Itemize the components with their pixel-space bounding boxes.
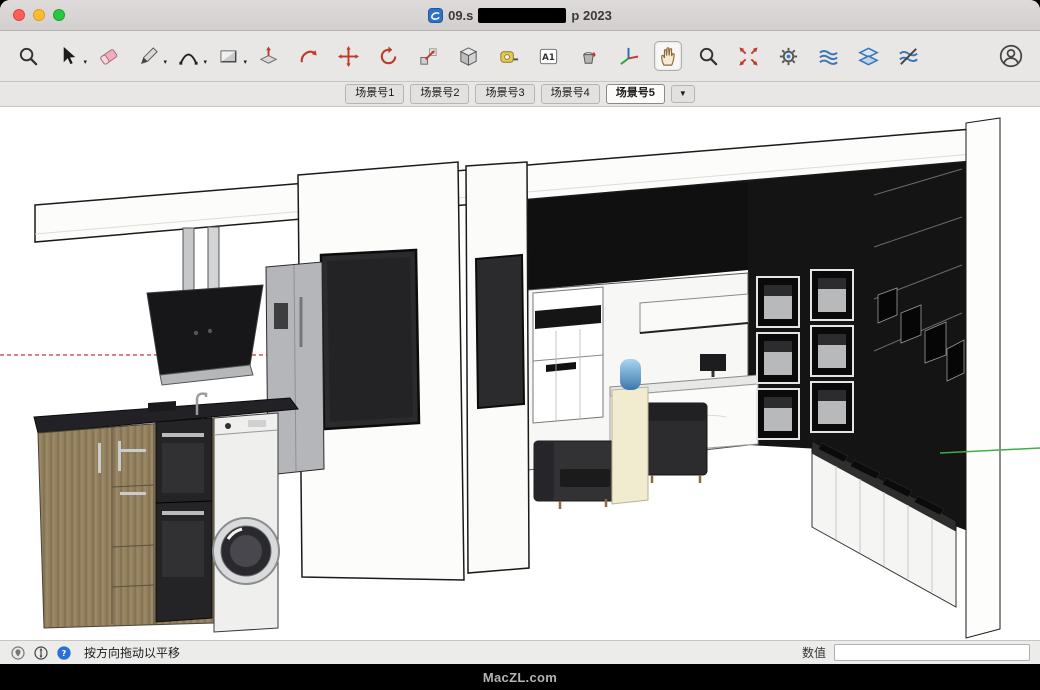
tool-tape-measure[interactable] <box>494 41 522 71</box>
washing-machine <box>213 413 279 632</box>
close-button[interactable] <box>13 9 25 21</box>
scene-tab-2[interactable]: 场景号2 <box>410 84 469 104</box>
traffic-lights <box>13 0 65 30</box>
account-button[interactable] <box>996 41 1026 71</box>
monitor <box>700 354 726 371</box>
minimize-button[interactable] <box>33 9 45 21</box>
measurements: 数值 <box>802 644 1030 661</box>
chevron-down-icon: ▾ <box>163 59 167 66</box>
measurements-input[interactable] <box>834 644 1030 661</box>
tool-fog-waves[interactable] <box>814 41 842 71</box>
tool-paint-bucket[interactable] <box>574 41 602 71</box>
sketchup-window: 09.s p 2023 ▾▾▾▾A1 场景号1场景号2场景号3场景号4场景号5▼ <box>0 0 1040 690</box>
kitchen-island <box>34 394 298 632</box>
right-edge-column <box>966 118 1000 638</box>
tool-eraser[interactable] <box>94 41 122 71</box>
built-in-oven <box>156 418 212 622</box>
watermark-text: MacZL.com <box>483 670 557 685</box>
redacted-title-text <box>478 8 566 23</box>
credit-icon[interactable] <box>33 645 49 661</box>
tool-follow-me[interactable] <box>294 41 322 71</box>
status-hint: 按方向拖动以平移 <box>84 644 180 661</box>
window-title-left: 09.s <box>448 8 473 23</box>
scene-tabs: 场景号1 场景号2 场景号3 场景号4 场景号5 ▼ <box>0 82 1040 107</box>
toolbar-tools: ▾▾▾▾A1 <box>14 41 922 71</box>
chevron-down-icon: ▾ <box>243 59 247 66</box>
titlebar: 09.s p 2023 <box>0 0 1040 31</box>
geolocation-icon[interactable] <box>10 645 26 661</box>
status-icons: ? <box>10 645 72 661</box>
scene-tab-5[interactable]: 场景号5 <box>606 84 665 104</box>
tool-push-pull[interactable] <box>254 41 282 71</box>
tool-axes[interactable] <box>614 41 642 71</box>
viewport[interactable] <box>0 107 1040 640</box>
tool-layers[interactable] <box>854 41 882 71</box>
tool-pan-hand[interactable] <box>654 41 682 71</box>
help-icon[interactable]: ? <box>56 645 72 661</box>
kitchenette <box>533 287 603 423</box>
tool-pencil[interactable]: ▾ <box>134 41 162 71</box>
tool-zoom[interactable] <box>694 41 722 71</box>
tool-select[interactable]: ▾ <box>54 41 82 71</box>
tool-text-a1[interactable]: A1 <box>534 41 562 71</box>
window-title-right: p 2023 <box>571 8 611 23</box>
sofa-right <box>645 403 707 483</box>
tool-component-box[interactable] <box>454 41 482 71</box>
scene-tab-3[interactable]: 场景号3 <box>475 84 534 104</box>
coffee-table <box>560 469 610 487</box>
tool-scale[interactable] <box>414 41 442 71</box>
scene-tab-1[interactable]: 场景号1 <box>345 84 404 104</box>
range-hood <box>147 227 263 385</box>
tool-rotate[interactable] <box>374 41 402 71</box>
tool-search[interactable] <box>14 41 42 71</box>
tool-arc[interactable]: ▾ <box>174 41 202 71</box>
scene-tabs-overflow-button[interactable]: ▼ <box>671 85 695 104</box>
scene-tab-4[interactable]: 场景号4 <box>541 84 600 104</box>
chevron-down-icon: ▾ <box>83 59 87 66</box>
svg-text:?: ? <box>62 649 67 658</box>
measurements-label: 数值 <box>802 644 826 661</box>
watermark-bar: MacZL.com <box>0 664 1040 690</box>
maximize-button[interactable] <box>53 9 65 21</box>
tool-zoom-extents[interactable] <box>734 41 762 71</box>
tool-gear[interactable] <box>774 41 802 71</box>
app-icon <box>428 8 443 23</box>
tool-waves-slash[interactable] <box>894 41 922 71</box>
tool-move[interactable] <box>334 41 362 71</box>
statusbar: ? 按方向拖动以平移 数值 <box>0 640 1040 664</box>
column-small <box>466 162 529 573</box>
svg-text:A1: A1 <box>542 52 555 62</box>
toolbar: ▾▾▾▾A1 <box>0 31 1040 82</box>
chevron-down-icon: ▾ <box>203 59 207 66</box>
viewport-3d-scene <box>0 107 1040 640</box>
window-title: 09.s p 2023 <box>428 8 612 23</box>
tool-shapes[interactable]: ▾ <box>214 41 242 71</box>
